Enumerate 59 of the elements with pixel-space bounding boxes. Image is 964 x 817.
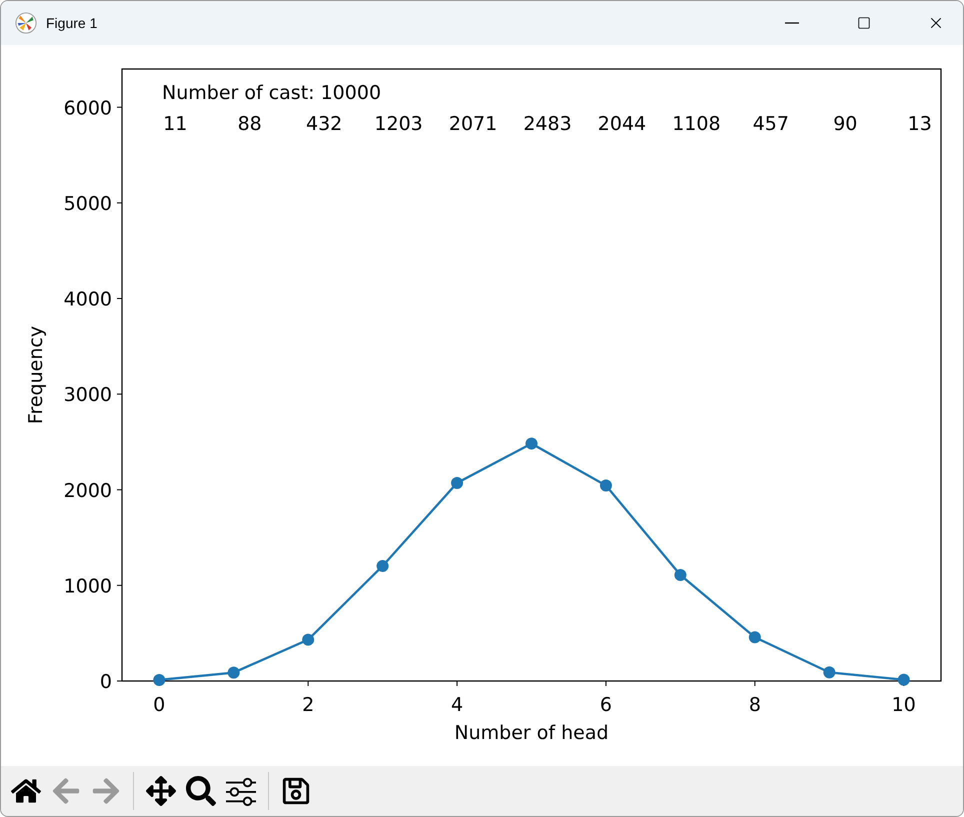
tick-mark: [116, 394, 122, 395]
tick-mark: [116, 680, 122, 682]
forward-arrow-icon: [91, 776, 121, 806]
value-label: 432: [306, 113, 342, 135]
value-label: 2071: [448, 113, 498, 135]
data-point: [674, 569, 686, 582]
tick-label: 2000: [64, 480, 112, 502]
data-point: [228, 666, 240, 679]
move-icon: [146, 776, 176, 806]
value-label: 13: [908, 113, 932, 135]
data-point: [451, 476, 464, 489]
value-label: 2044: [598, 113, 646, 135]
tick-mark: [754, 680, 756, 686]
data-point: [748, 631, 761, 644]
minimize-icon: [785, 22, 799, 24]
data-point: [823, 666, 836, 678]
save-icon: [281, 776, 311, 806]
zoom-icon: [186, 776, 216, 806]
data-point: [302, 634, 314, 646]
tick-mark: [116, 298, 122, 299]
maximize-icon: [857, 16, 871, 30]
data-point: [153, 674, 166, 686]
back-arrow-icon: [51, 776, 81, 806]
tick-mark: [308, 680, 309, 686]
annotation: Number of cast: 10000: [162, 82, 382, 104]
data-point: [898, 674, 910, 686]
y-axis-label: Frequency: [25, 326, 47, 424]
value-label: 1108: [672, 113, 721, 135]
value-label: 2483: [523, 113, 572, 135]
tick-label: 8: [748, 694, 761, 716]
data-point: [526, 438, 538, 450]
value-label: 90: [833, 113, 858, 135]
value-label: 11: [163, 113, 188, 135]
tick-label: 6000: [64, 97, 112, 120]
tick-label: 4: [451, 694, 464, 716]
value-label: 457: [752, 113, 789, 135]
tick-label: 4000: [64, 288, 112, 310]
value-label: 88: [238, 113, 262, 135]
tick-label: 0: [100, 671, 112, 693]
tick-label: 1000: [64, 575, 112, 598]
tick-mark: [605, 680, 606, 686]
x-axis-label: Number of head: [454, 722, 609, 744]
tick-mark: [116, 584, 122, 586]
value-label: 1203: [374, 113, 423, 135]
data-point: [376, 560, 389, 572]
tick-mark: [116, 106, 122, 108]
sliders-icon: [226, 776, 256, 806]
tick-label: 2: [302, 694, 314, 716]
data-point: [600, 480, 612, 492]
tick-label: 3000: [64, 384, 112, 406]
tick-mark: [116, 489, 122, 490]
tick-mark: [456, 680, 458, 686]
tick-label: 0: [153, 694, 166, 716]
tick-label: 5000: [64, 192, 112, 215]
tick-label: 10: [892, 694, 916, 716]
app-logo-icon: [15, 12, 37, 34]
window-title: Figure 1: [46, 14, 98, 33]
tick-label: 6: [600, 694, 612, 716]
tick-mark: [116, 202, 122, 204]
